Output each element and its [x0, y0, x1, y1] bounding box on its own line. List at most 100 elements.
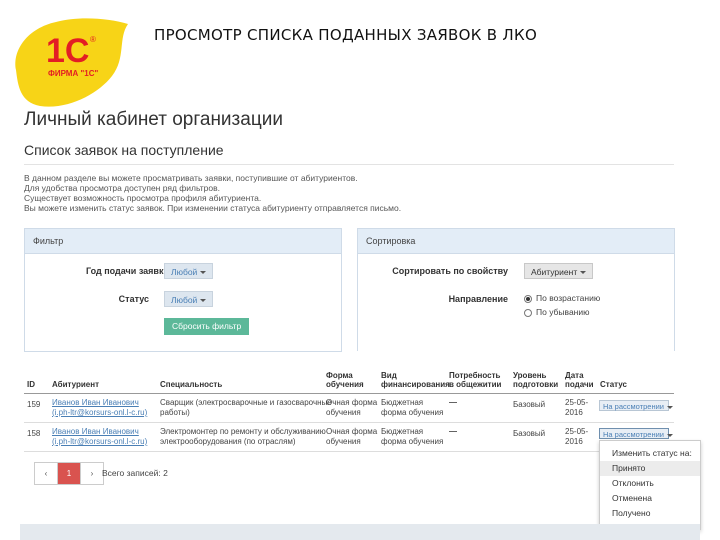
sort-desc-radio[interactable]: По убыванию [524, 307, 590, 317]
sort-asc-radio[interactable]: По возрастанию [524, 293, 600, 303]
status-dropdown[interactable]: На рассмотрении [599, 428, 673, 439]
caret-down-icon [666, 405, 673, 409]
divider [24, 164, 674, 165]
status-filter-label: Статус [118, 294, 149, 304]
status-menu-item-cancelled[interactable]: Отменена [600, 491, 700, 506]
header-line: подготовки [513, 380, 559, 389]
cell-level: Базовый [513, 429, 546, 438]
status-dropdown[interactable]: На рассмотрении [599, 400, 673, 411]
pagination: ‹ 1 › [34, 462, 104, 485]
status-menu-item-reject[interactable]: Отклонить [600, 476, 700, 491]
cell-line: работы) [160, 407, 190, 417]
cell-study-form: Очная форма обучения [326, 398, 377, 417]
info-line: Существует возможность просмотра профиля… [24, 193, 262, 203]
cell-line: Бюджетная [381, 427, 424, 436]
pager-next-button[interactable]: › [80, 463, 103, 484]
table-row: 159 Иванов Иван Иванович (i.ph-ltr@korsu… [0, 398, 720, 420]
total-records: Всего записей: 2 [102, 468, 168, 478]
sort-direction-label: Направление [448, 294, 508, 304]
pager-page-1[interactable]: 1 [58, 463, 80, 484]
cell-line: обучения [326, 407, 361, 417]
logo-caption: ФИРМА "1С" [48, 69, 98, 78]
header-line: в общежитии [449, 380, 502, 389]
reset-filter-button[interactable]: Сбросить фильтр [164, 318, 250, 335]
company-logo: 1С ® ФИРМА "1С" [8, 10, 136, 110]
cell-id: 158 [27, 429, 41, 438]
cell-line: 2016 [565, 436, 583, 446]
sort-property-value: Абитуриент [531, 267, 578, 277]
cell-study-form: Очная форма обучения [326, 427, 377, 446]
page-title: Личный кабинет организации [24, 109, 283, 130]
caret-down-icon [200, 299, 207, 303]
caret-down-icon [580, 271, 587, 275]
cell-line: 2016 [565, 407, 583, 417]
sort-property-dropdown[interactable]: Абитуриент [524, 263, 594, 279]
cell-specialty: Электромонтер по ремонту и обслуживанию … [160, 427, 326, 446]
header-line: Вид [381, 371, 397, 380]
header-line: финансирования [381, 380, 450, 389]
column-header-dorm: Потребность в общежитии [449, 371, 501, 389]
cell-dorm: — [449, 427, 457, 436]
header-line: подачи [565, 380, 594, 389]
cell-id: 159 [27, 400, 41, 409]
year-filter-value: Любой [171, 267, 198, 277]
status-menu-item-received[interactable]: Получено [600, 506, 700, 521]
header-line: Форма [326, 371, 353, 380]
year-filter-dropdown[interactable]: Любой [164, 263, 214, 279]
cell-financing: Бюджетная форма обучения [381, 427, 443, 446]
cell-line: электрооборудования (по отраслям) [160, 436, 296, 446]
cell-line: форма обучения [381, 436, 444, 446]
section-title: Список заявок на поступление [24, 142, 224, 158]
sort-asc-label: По возрастанию [536, 293, 601, 303]
column-header-id: ID [27, 380, 35, 389]
info-line: В данном разделе вы можете просматривать… [24, 173, 358, 183]
header-line: Потребность [449, 371, 501, 380]
cell-financing: Бюджетная форма обучения [381, 398, 443, 417]
column-header-specialty: Специальность [160, 380, 223, 389]
cell-line: обучения [326, 436, 361, 446]
cell-dorm: — [449, 398, 457, 407]
cell-line: Очная форма [326, 398, 378, 407]
filter-panel: Фильтр Год подачи заявки Любой Статус Лю… [24, 228, 342, 352]
cell-line: форма обучения [381, 407, 444, 417]
radio-unchecked-icon [524, 308, 532, 317]
column-header-applicant: Абитуриент [52, 380, 99, 389]
cell-line: Очная форма [326, 427, 378, 436]
cell-specialty: Сварщик (электросварочные и газосварочны… [160, 398, 332, 417]
status-change-menu: Изменить статус на: Принято Отклонить От… [599, 440, 701, 530]
status-menu-heading: Изменить статус на: [612, 448, 692, 458]
sort-desc-label: По убыванию [536, 307, 590, 317]
bottom-bar [20, 524, 700, 540]
cell-line: 25-05- [565, 427, 589, 436]
pager-prev-button[interactable]: ‹ [35, 463, 58, 484]
caret-down-icon [666, 433, 673, 437]
header-line: Дата [565, 371, 584, 380]
cell-line: 25-05- [565, 398, 589, 407]
info-text: В данном разделе вы можете просматривать… [24, 173, 484, 213]
cell-line: Бюджетная [381, 398, 424, 407]
slide-title: ПРОСМОТР СПИСКА ПОДАННЫХ ЗАЯВОК В ЛКО [154, 26, 538, 44]
applicant-link[interactable]: Иванов Иван Иванович [52, 427, 139, 437]
header-line: Уровень [513, 371, 547, 380]
radio-checked-icon [524, 294, 532, 303]
applicant-email-link[interactable]: (i.ph-ltr@korsurs-onl.l-c.ru) [52, 408, 147, 418]
filter-panel-heading: Фильтр [25, 229, 341, 254]
status-filter-value: Любой [171, 295, 198, 305]
caret-down-icon [200, 271, 207, 275]
sort-property-label: Сортировать по свойству [392, 266, 508, 276]
sort-panel-heading: Сортировка [358, 229, 674, 254]
cell-line: Электромонтер по ремонту и обслуживанию [160, 427, 326, 436]
logo-registered: ® [90, 35, 96, 44]
row-divider [24, 451, 674, 452]
cell-date: 25-05- 2016 [565, 427, 588, 446]
column-header-financing: Вид финансирования [381, 371, 450, 389]
year-filter-label: Год подачи заявки [86, 266, 169, 276]
status-filter-dropdown[interactable]: Любой [164, 291, 214, 307]
column-header-study-form: Форма обучения [326, 371, 364, 389]
cell-line: Сварщик (электросварочные и газосварочны… [160, 398, 332, 407]
applicant-email-link[interactable]: (i.ph-ltr@korsurs-onl.l-c.ru) [52, 437, 147, 447]
status-menu-item-accepted[interactable]: Принято [600, 461, 700, 476]
column-header-status: Статус [600, 380, 627, 389]
column-header-level: Уровень подготовки [513, 371, 558, 389]
applicant-link[interactable]: Иванов Иван Иванович [52, 398, 139, 408]
